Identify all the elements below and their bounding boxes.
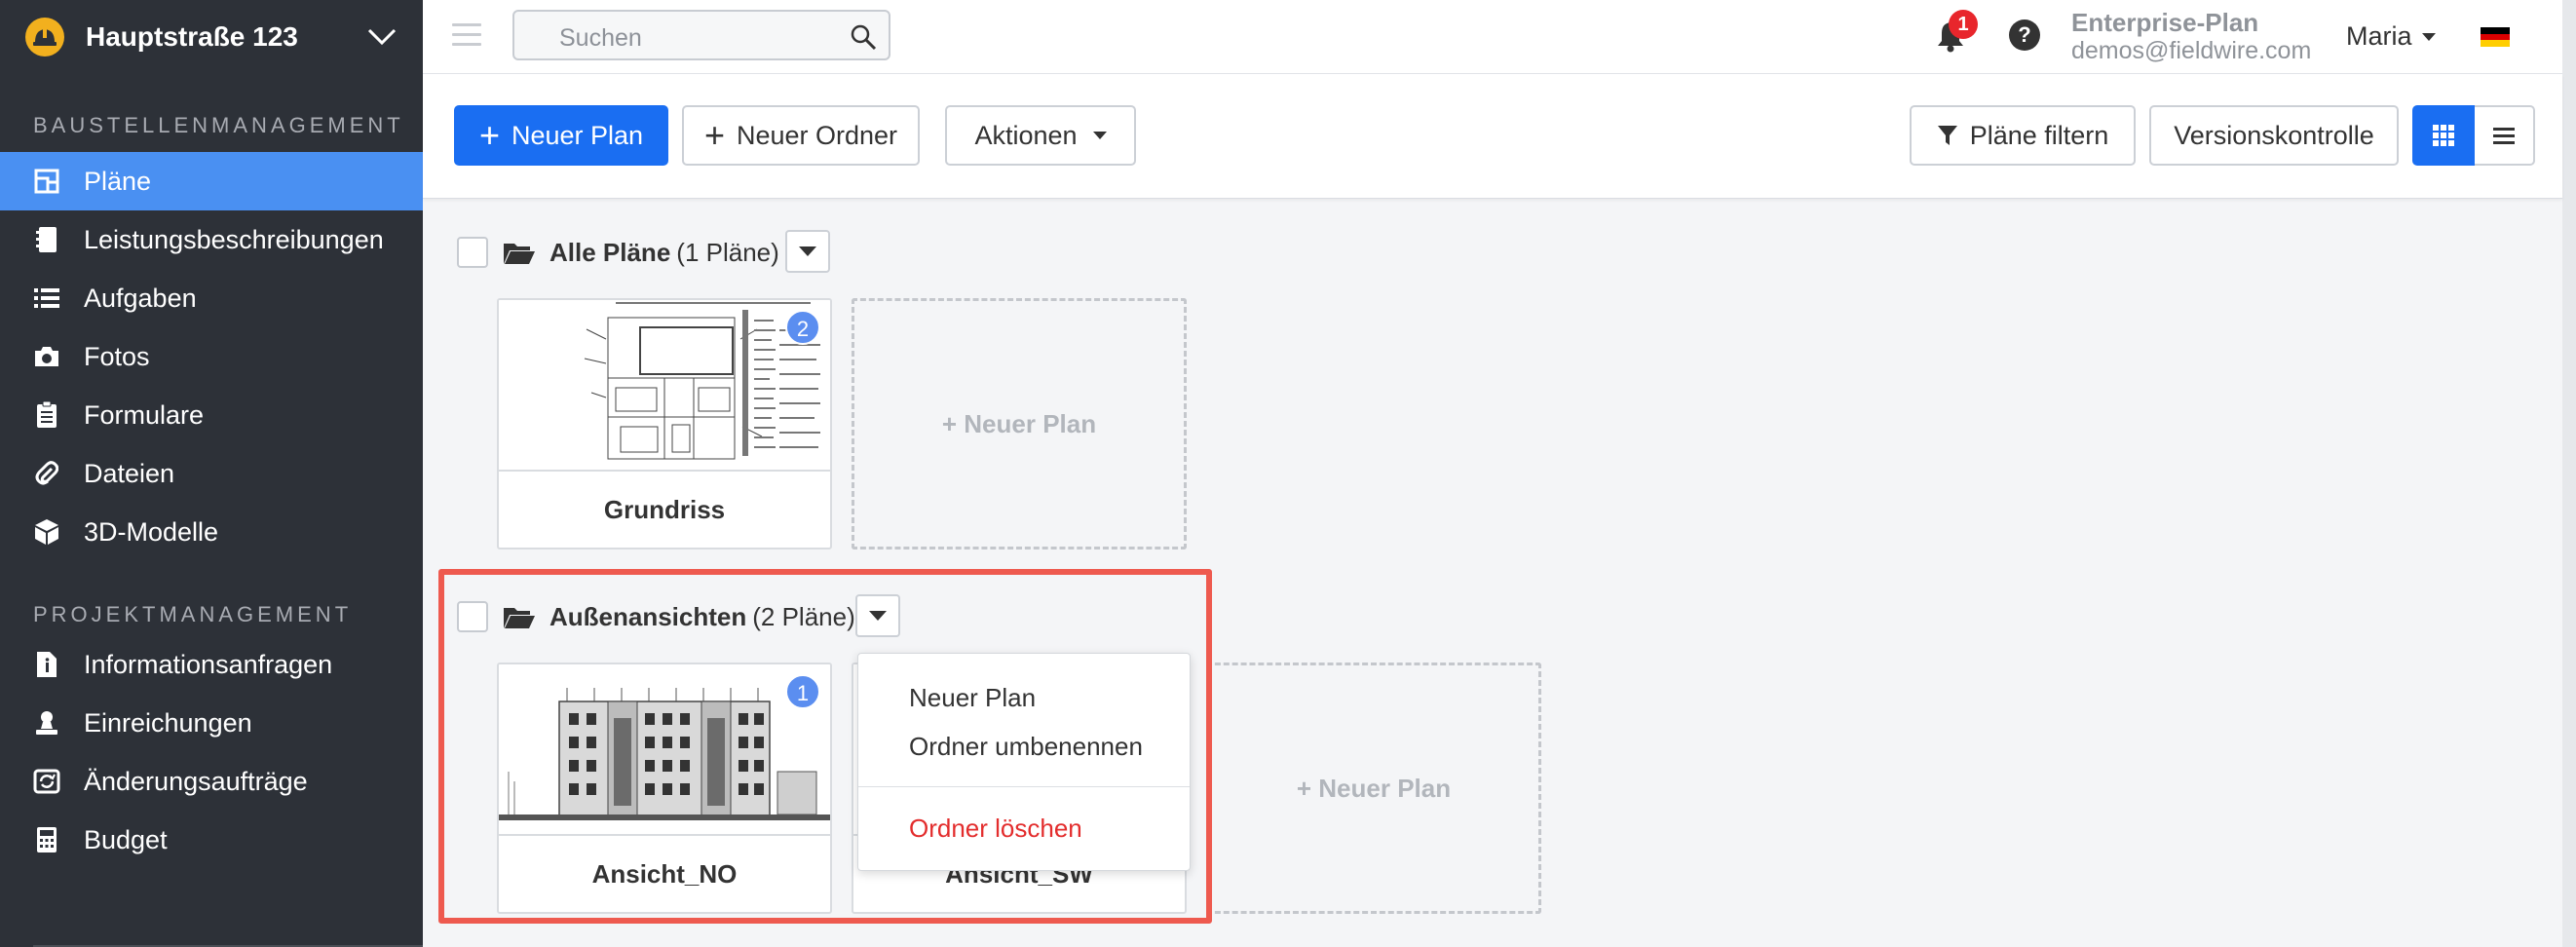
menu-item-rename-folder[interactable]: Ordner umbenennen: [909, 732, 1143, 762]
floor-plan-thumbnail: 2: [499, 300, 830, 472]
folder-checkbox[interactable]: [457, 237, 488, 268]
project-name: Hauptstraße 123: [86, 21, 298, 52]
hamburger-menu-icon[interactable]: [452, 23, 481, 47]
sidebar-item-specifications[interactable]: Leistungsbeschreibungen: [0, 210, 423, 269]
folder-open-icon: [504, 243, 535, 264]
german-flag-icon[interactable]: [2481, 27, 2510, 47]
version-control-button[interactable]: Versionskontrolle: [2149, 105, 2399, 166]
plan-card-grundriss[interactable]: 2 Grundriss: [497, 298, 832, 549]
filter-icon: [1937, 126, 1957, 145]
add-plan-card[interactable]: + Neuer Plan: [852, 298, 1187, 549]
section-title-project-management: PROJEKTMANAGEMENT: [33, 602, 353, 626]
sidebar-item-budget[interactable]: Budget: [0, 811, 423, 869]
actions-label: Aktionen: [974, 120, 1078, 150]
sidebar-item-label: Aufgaben: [84, 283, 197, 313]
menu-item-new-plan[interactable]: Neuer Plan: [909, 683, 1036, 713]
sidebar-item-tasks[interactable]: Aufgaben: [0, 269, 423, 327]
sidebar: Hauptstraße 123 BAUSTELLENMANAGEMENT Plä…: [0, 0, 423, 947]
sidebar-item-label: Einreichungen: [84, 707, 252, 738]
new-folder-button[interactable]: + Neuer Ordner: [682, 105, 920, 166]
new-folder-label: Neuer Ordner: [736, 120, 898, 150]
grid-icon: [2433, 125, 2454, 146]
plans-toolbar: + Neuer Plan + Neuer Ordner Aktionen Plä…: [423, 74, 2562, 199]
sidebar-item-change-orders[interactable]: Änderungsaufträge: [0, 752, 423, 811]
filter-label: Pläne filtern: [1969, 120, 2109, 150]
sidebar-item-label: Fotos: [84, 341, 150, 371]
camera-icon: [33, 343, 60, 370]
paperclip-icon: [33, 460, 60, 487]
list-icon: [2493, 128, 2515, 144]
new-plan-button[interactable]: + Neuer Plan: [454, 105, 668, 166]
help-icon[interactable]: ?: [2009, 19, 2040, 51]
sidebar-item-plans[interactable]: Pläne: [0, 152, 423, 210]
sidebar-item-3d-models[interactable]: 3D-Modelle: [0, 503, 423, 561]
folder-count: (1 Pläne): [676, 238, 779, 267]
section-title-site-management: BAUSTELLENMANAGEMENT: [33, 113, 404, 137]
sidebar-item-files[interactable]: Dateien: [0, 444, 423, 503]
search-icon[interactable]: [850, 23, 877, 51]
sidebar-item-label: Änderungsaufträge: [84, 766, 308, 796]
menu-item-delete-folder[interactable]: Ordner löschen: [909, 814, 1082, 844]
change-order-icon: [33, 768, 60, 795]
actions-dropdown[interactable]: Aktionen: [945, 105, 1136, 166]
grid-view-toggle[interactable]: [2412, 105, 2475, 166]
add-plan-card[interactable]: + Neuer Plan: [1206, 663, 1541, 914]
list-view-toggle[interactable]: [2475, 105, 2535, 166]
sidebar-item-rfis[interactable]: Informationsanfragen: [0, 635, 423, 694]
notebook-icon: [33, 226, 60, 253]
caret-down-icon: [799, 246, 816, 256]
hardhat-logo-icon: [25, 18, 64, 57]
caret-down-icon: [2421, 32, 2436, 41]
sidebar-item-label: Leistungsbeschreibungen: [84, 224, 384, 254]
top-bar: Suchen 1 ? Enterprise-Plan demos@fieldwi…: [423, 0, 2576, 74]
plans-icon: [33, 168, 60, 195]
menu-divider: [858, 786, 1190, 787]
sidebar-item-photos[interactable]: Fotos: [0, 327, 423, 386]
folder-header-all-plans[interactable]: Alle Pläne (1 Pläne): [503, 238, 779, 268]
plan-version-badge: 2: [785, 310, 820, 345]
caret-down-icon: [1092, 132, 1107, 139]
account-email: demos@fieldwire.com: [2071, 37, 2312, 64]
calculator-icon: [33, 826, 60, 853]
person-stamp-icon: [33, 709, 60, 737]
version-control-label: Versionskontrolle: [2174, 120, 2374, 150]
user-menu[interactable]: Maria: [2346, 21, 2436, 52]
filter-plans-button[interactable]: Pläne filtern: [1910, 105, 2136, 166]
clipboard-icon: [33, 401, 60, 429]
list-icon: [33, 284, 60, 312]
sidebar-item-label: Budget: [84, 824, 168, 854]
search-input[interactable]: Suchen: [512, 10, 890, 60]
sidebar-item-label: Informationsanfragen: [84, 649, 333, 679]
sidebar-item-forms[interactable]: Formulare: [0, 386, 423, 444]
sidebar-item-label: Pläne: [84, 166, 152, 196]
document-info-icon: [33, 651, 60, 678]
plus-icon: +: [703, 115, 725, 155]
subscription-plan: Enterprise-Plan: [2071, 8, 2259, 37]
scrollbar-track[interactable]: [2562, 0, 2576, 947]
new-plan-label: Neuer Plan: [511, 120, 644, 150]
chevron-down-icon[interactable]: [366, 27, 398, 47]
plus-icon: +: [478, 115, 500, 155]
search-placeholder: Suchen: [559, 24, 642, 52]
notification-badge: 1: [1949, 10, 1978, 39]
folder-options-menu: Neuer Plan Ordner umbenennen Ordner lösc…: [857, 653, 1191, 871]
sidebar-item-submittals[interactable]: Einreichungen: [0, 694, 423, 752]
folder-name: Alle Pläne: [549, 238, 671, 267]
folder-options-dropdown[interactable]: [785, 230, 830, 273]
sidebar-item-label: 3D-Modelle: [84, 516, 219, 547]
user-name: Maria: [2346, 21, 2412, 51]
sidebar-item-label: Formulare: [84, 399, 205, 430]
plan-card-label: Grundriss: [603, 494, 726, 524]
sidebar-item-label: Dateien: [84, 458, 175, 488]
project-selector[interactable]: Hauptstraße 123: [0, 0, 423, 74]
cube-icon: [33, 518, 60, 546]
